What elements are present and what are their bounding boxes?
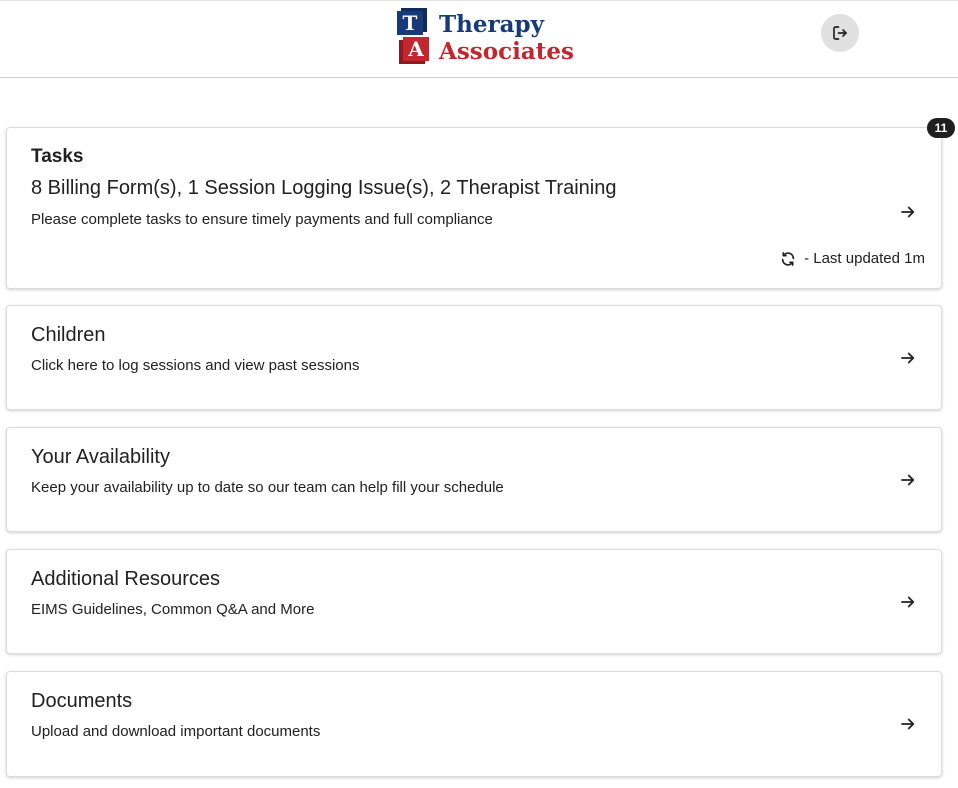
tasks-summary: 8 Billing Form(s), 1 Session Logging Iss… (31, 177, 617, 199)
card-title: Additional Resources (31, 568, 220, 590)
card-title: Children (31, 324, 106, 346)
arrow-right-icon (901, 206, 915, 218)
app-header: T A Therapy Associates (0, 0, 958, 78)
card-description: EIMS Guidelines, Common Q&A and More (31, 601, 315, 618)
tasks-description: Please complete tasks to ensure timely p… (31, 211, 493, 228)
documents-card[interactable]: Documents Upload and download important … (6, 671, 942, 777)
arrow-right-icon (901, 718, 915, 730)
last-updated[interactable]: - Last updated 1m (780, 250, 925, 267)
tasks-title: Tasks (31, 146, 84, 167)
logout-button[interactable] (821, 14, 859, 52)
logo-text: Therapy Associates (439, 11, 574, 65)
additional-resources-card[interactable]: Additional Resources EIMS Guidelines, Co… (6, 549, 942, 654)
logo-blocks: T A (395, 11, 433, 63)
card-description: Upload and download important documents (31, 723, 321, 740)
logo-line-associates: Associates (439, 38, 574, 65)
logo-block-a: A (403, 37, 429, 61)
refresh-icon (781, 251, 795, 266)
therapy-associates-logo[interactable]: T A Therapy Associates (395, 11, 574, 65)
card-title: Your Availability (31, 446, 170, 468)
arrow-right-icon (901, 352, 915, 364)
arrow-right-icon (901, 596, 915, 608)
logout-icon (833, 26, 847, 40)
arrow-right-icon (901, 474, 915, 486)
task-count-badge: 11 (927, 118, 955, 138)
last-updated-text: - Last updated 1m (804, 250, 925, 267)
logo-line-therapy: Therapy (439, 11, 544, 38)
children-card[interactable]: Children Click here to log sessions and … (6, 305, 942, 410)
card-description: Keep your availability up to date so our… (31, 479, 504, 496)
card-title: Documents (31, 690, 133, 712)
tasks-card[interactable]: Tasks 8 Billing Form(s), 1 Session Loggi… (6, 127, 942, 289)
logo-block-t: T (397, 11, 423, 35)
availability-card[interactable]: Your Availability Keep your availability… (6, 427, 942, 532)
card-description: Click here to log sessions and view past… (31, 357, 360, 374)
